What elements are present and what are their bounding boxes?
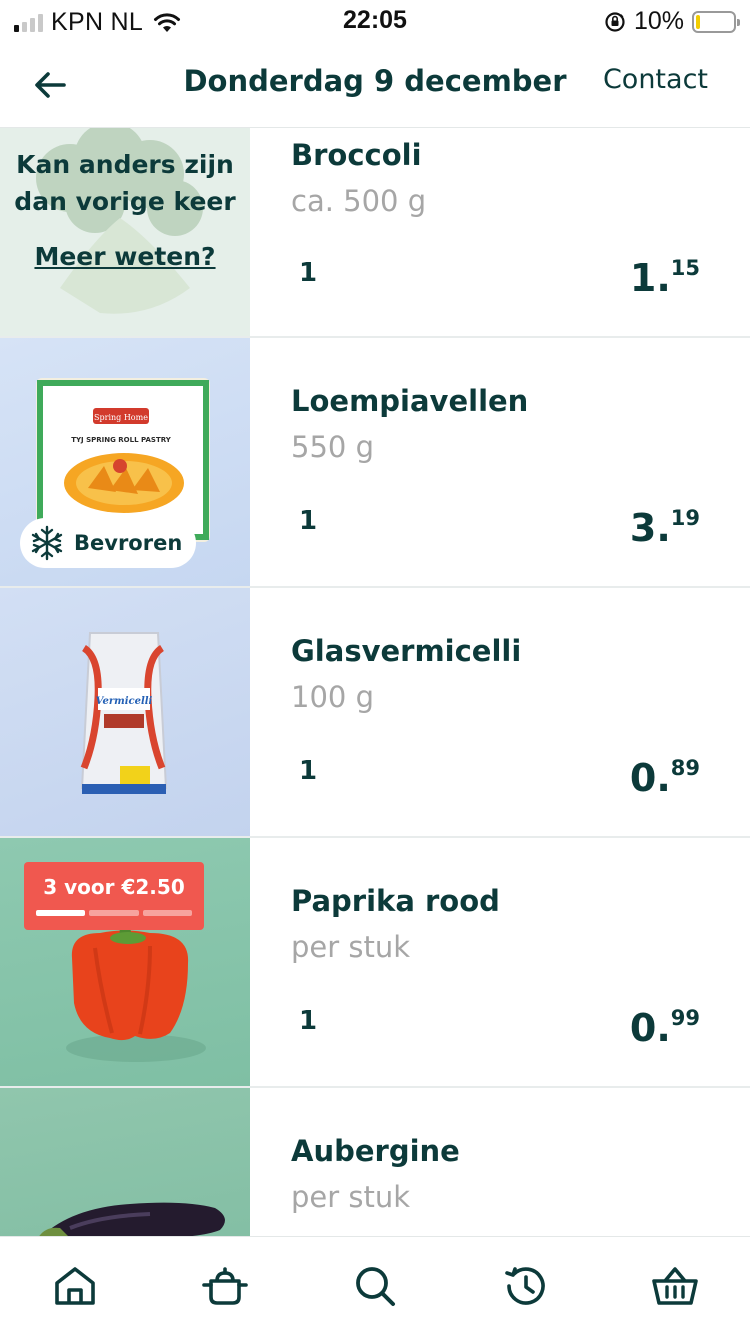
product-row-paprika-rood[interactable]: 3 voor €2.50 Paprika rood per stuk 1 0.9… [0,838,750,1088]
package-brand: Spring Home [94,413,148,422]
product-unit: per stuk [291,1180,411,1214]
promo-progress [36,910,192,916]
product-price: 1.15 [629,256,700,300]
quantity-value[interactable]: 1 [299,258,317,288]
product-row-glasvermicelli[interactable]: Vermicelli Glasvermicelli 100 g 1 0.89 [0,588,750,838]
search-icon [356,1267,395,1306]
tab-basket[interactable] [650,1261,700,1311]
price-whole: 3 [629,506,657,550]
vermicelli-image: Vermicelli [80,632,168,794]
tab-search[interactable] [350,1261,400,1311]
product-info: Loempiavellen 550 g 1 3.19 [291,338,750,586]
product-unit: per stuk [291,930,411,964]
product-row-broccoli[interactable]: Kan anders zijn dan vorige keer Meer wet… [0,128,750,338]
top-navigation: Donderdag 9 december Contact [0,42,750,128]
product-image: Vermicelli [0,588,250,836]
product-row-loempiavellen[interactable]: Spring Home TYJ SPRING ROLL PASTRY 40 [0,338,750,588]
product-name: Broccoli [291,138,422,172]
product-info: Aubergine per stuk [291,1088,750,1236]
status-right: 10% [604,7,740,36]
product-unit: 100 g [291,680,374,714]
battery-percent: 10% [633,7,684,35]
product-name: Aubergine [291,1134,460,1168]
battery-icon [692,10,740,33]
aubergine-image [39,1202,225,1236]
product-price: 0.99 [629,1006,700,1050]
product-info: Broccoli ca. 500 g 1 1.15 [291,128,750,336]
home-icon [55,1267,95,1305]
quantity-value[interactable]: 1 [299,1006,317,1036]
product-image: Spring Home TYJ SPRING ROLL PASTRY 40 [0,338,250,586]
promo-badge: 3 voor €2.50 [24,862,204,930]
price-cents: 15 [670,256,700,280]
product-row-aubergine[interactable]: Aubergine per stuk [0,1088,750,1236]
package-title: Vermicelli [96,696,153,707]
product-unit: ca. 500 g [291,184,427,218]
tab-home[interactable] [50,1261,100,1311]
snowflake-icon [31,525,63,561]
basket-icon [652,1267,698,1305]
price-whole: 0 [629,1006,657,1050]
quantity-value[interactable]: 1 [299,756,317,786]
pot-icon [202,1267,248,1305]
tab-recipes[interactable] [200,1261,250,1311]
contact-link[interactable]: Contact [603,64,708,95]
frozen-label: Bevroren [74,531,183,555]
product-image: 3 voor €2.50 [0,838,250,1086]
promo-text: 3 voor €2.50 [43,875,185,899]
product-price: 3.19 [629,506,700,550]
product-name: Loempiavellen [291,384,529,418]
product-unit: 550 g [291,430,374,464]
product-image: Kan anders zijn dan vorige keer Meer wet… [0,128,250,336]
price-whole: 0 [629,756,657,800]
price-whole: 1 [629,256,657,300]
product-info: Paprika rood per stuk 1 0.99 [291,838,750,1086]
battery-level [696,14,700,29]
product-name: Glasvermicelli [291,634,522,668]
tab-history[interactable] [500,1261,550,1311]
price-cents: 19 [670,506,700,530]
package-title: TYJ SPRING ROLL PASTRY [71,436,172,444]
more-info-link[interactable]: Meer weten? [0,242,250,271]
product-price: 0.89 [629,756,700,800]
product-list: Kan anders zijn dan vorige keer Meer wet… [0,128,750,1236]
history-icon [505,1267,545,1305]
product-info: Glasvermicelli 100 g 1 0.89 [291,588,750,836]
frozen-badge: Bevroren [20,518,197,568]
product-name: Paprika rood [291,884,500,918]
notice-text: Kan anders zijn dan vorige keer [14,150,236,216]
product-image [0,1088,250,1236]
quantity-value[interactable]: 1 [299,506,317,536]
bottom-tab-bar [0,1236,750,1334]
orientation-lock-icon [605,11,625,32]
status-bar: KPN NL 22:05 10% [0,0,750,42]
price-cents: 89 [670,756,700,780]
price-cents: 99 [670,1006,700,1030]
